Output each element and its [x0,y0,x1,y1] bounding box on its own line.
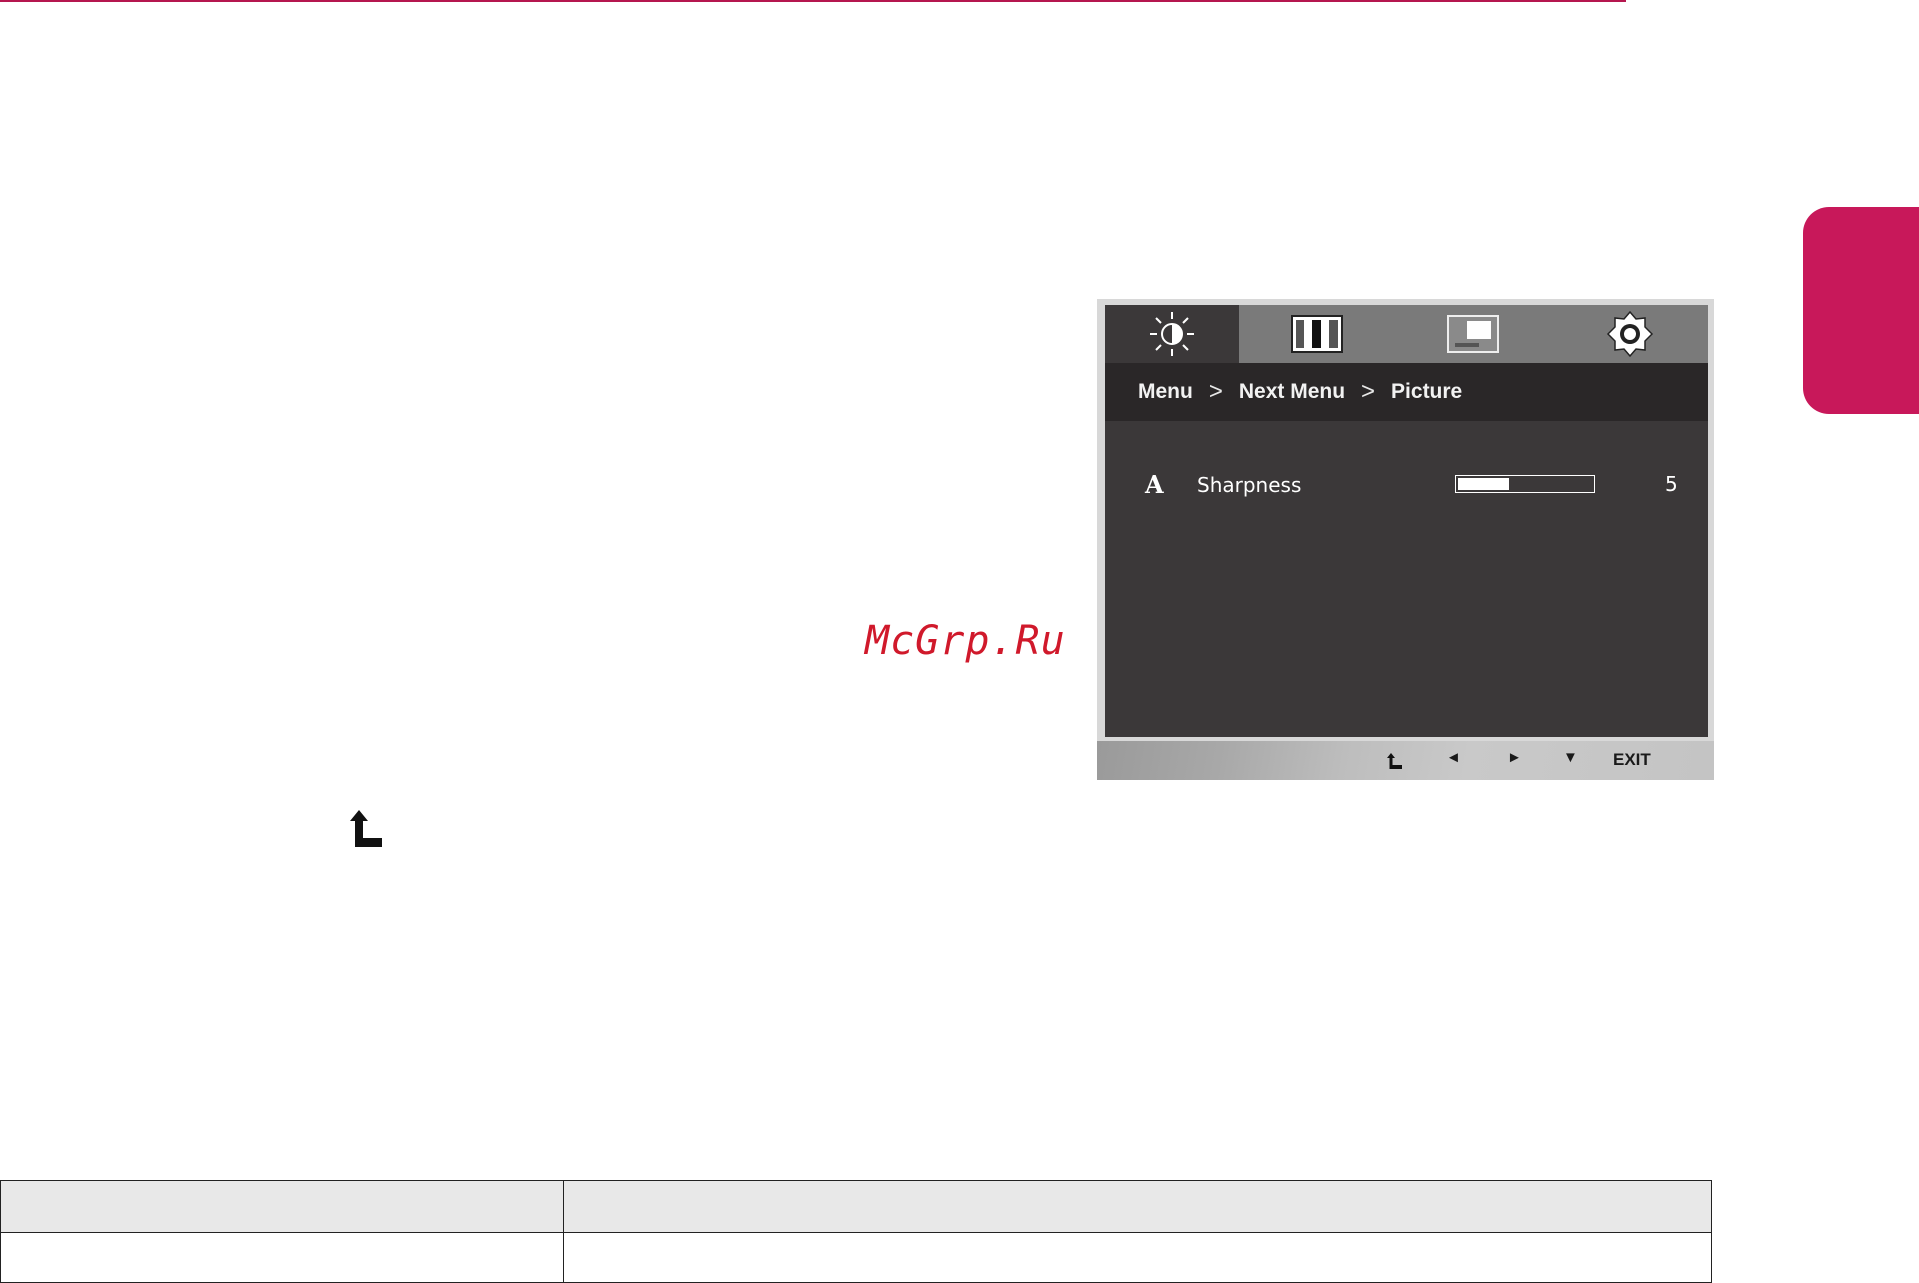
exit-button[interactable]: EXIT [1613,750,1651,770]
description-table [0,1180,1712,1283]
breadcrumb-separator: > [1208,378,1223,405]
table-cell [563,1232,1712,1283]
sharpness-label: Sharpness [1197,473,1302,497]
tab-display[interactable] [1395,305,1551,363]
table-header-cell [0,1180,564,1233]
tab-picture[interactable] [1105,305,1239,363]
settings-gear-icon [1606,310,1653,358]
top-rule [0,0,1626,2]
right-button[interactable]: ► [1507,749,1522,766]
down-button[interactable]: ▼ [1563,749,1578,766]
sharpness-slider-fill [1458,478,1509,490]
osd-tab-bar [1105,305,1708,363]
osd-button-guide: ◄ ► ▼ EXIT [1097,741,1714,780]
sharpness-setting[interactable]: A Sharpness 5 [1105,466,1708,506]
table-cell [0,1232,564,1283]
screen-position-icon [1447,315,1500,353]
table-header-cell [563,1180,1712,1233]
osd-menu-screenshot: Menu > Next Menu > Picture A Sharpness 5… [1097,299,1714,780]
tab-settings[interactable] [1552,305,1708,363]
osd-content: A Sharpness 5 [1105,421,1708,737]
brightness-contrast-icon [1150,312,1194,356]
sharpness-slider[interactable] [1455,475,1595,493]
sharpness-icon: A [1145,470,1164,499]
breadcrumb-next-menu: Next Menu [1238,380,1346,403]
sharpness-value: 5 [1665,472,1678,496]
breadcrumb-picture: Picture [1391,380,1463,403]
watermark: McGrp.Ru [865,618,1066,664]
return-arrow-icon[interactable] [1387,753,1403,770]
chapter-tab [1803,207,1919,414]
breadcrumb: Menu > Next Menu > Picture [1105,363,1708,421]
table-header [0,1180,1712,1233]
color-bars-icon [1291,315,1344,353]
table-row [0,1232,1712,1283]
left-button[interactable]: ◄ [1446,749,1461,766]
tab-color[interactable] [1239,305,1395,363]
return-arrow-icon [350,810,382,847]
breadcrumb-separator: > [1361,378,1376,405]
breadcrumb-menu: Menu [1138,380,1193,403]
